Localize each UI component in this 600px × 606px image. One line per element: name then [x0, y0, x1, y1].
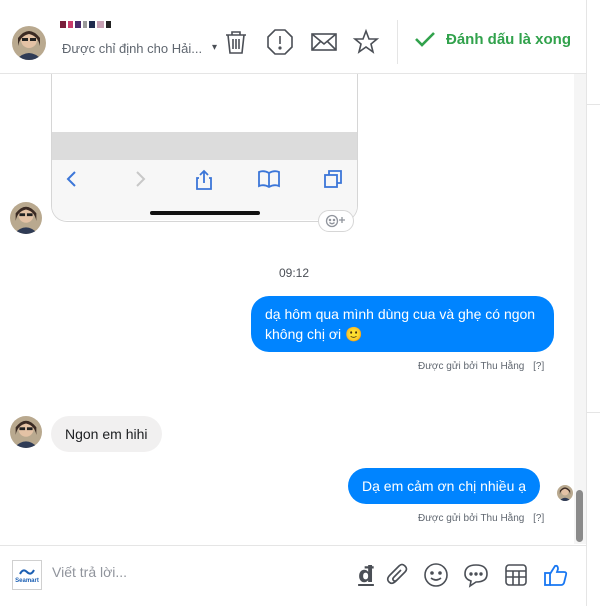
- share-icon: [196, 169, 212, 190]
- customer-avatar[interactable]: [12, 26, 46, 60]
- sent-by-help-link[interactable]: [?]: [533, 513, 544, 524]
- trash-icon[interactable]: [222, 28, 250, 56]
- back-arrow-icon: [66, 171, 76, 187]
- incoming-message[interactable]: Ngon em hihi: [51, 416, 162, 452]
- message-timestamp: 09:12: [278, 266, 310, 280]
- emoji-icon[interactable]: [422, 561, 450, 589]
- check-icon: [415, 32, 435, 47]
- mail-icon[interactable]: [310, 28, 338, 56]
- outgoing-message[interactable]: Dạ em cảm ơn chị nhiều ạ: [348, 468, 541, 504]
- customer-name-redacted: [60, 21, 111, 28]
- logo-text: Seamart: [15, 577, 39, 584]
- scrollbar-thumb[interactable]: [576, 490, 583, 542]
- page-logo: Seamart: [12, 560, 42, 590]
- mark-done-button[interactable]: Đánh dấu là xong: [414, 30, 571, 48]
- smile-emoji: 🙂: [345, 326, 363, 342]
- outgoing-message[interactable]: dạ hôm qua mình dùng cua và ghẹ có ngon …: [251, 296, 554, 352]
- customer-avatar-small: [10, 416, 42, 448]
- assigned-to-label[interactable]: Được chỉ định cho Hải...: [62, 41, 202, 56]
- assign-dropdown-caret[interactable]: ▾: [212, 42, 217, 53]
- reply-input[interactable]: [52, 564, 332, 580]
- reply-composer: Seamart đ: [0, 545, 586, 606]
- saved-reply-icon[interactable]: [462, 561, 490, 589]
- add-reaction-button[interactable]: [318, 210, 354, 232]
- attachment-icon[interactable]: [384, 561, 412, 589]
- forward-arrow-icon: [136, 171, 146, 187]
- template-icon[interactable]: [502, 561, 530, 589]
- seamart-logo-mark: [19, 568, 35, 575]
- alert-icon[interactable]: [266, 28, 294, 56]
- sent-by-text: Được gửi bởi Thu Hằng: [418, 513, 525, 524]
- home-indicator: [150, 211, 260, 215]
- star-icon[interactable]: [352, 28, 380, 56]
- sent-by-label: Được gửi bởi Thu Hằng [?]: [418, 513, 544, 524]
- like-icon[interactable]: [542, 561, 570, 589]
- sent-by-label: Được gửi bởi Thu Hằng [?]: [418, 361, 544, 372]
- sent-by-text: Được gửi bởi Thu Hằng: [418, 361, 525, 372]
- message-text: dạ hôm qua mình dùng cua và ghẹ có ngon …: [265, 306, 536, 342]
- header-divider: [397, 20, 398, 64]
- message-text: Ngon em hihi: [65, 426, 148, 442]
- dong-icon[interactable]: đ: [352, 561, 380, 589]
- customer-avatar-small: [10, 202, 42, 234]
- message-text: Dạ em cảm ơn chị nhiều ạ: [362, 478, 527, 494]
- emoji-add-icon: [325, 214, 345, 228]
- side-panel-edge: [586, 0, 600, 606]
- conversation-header: Được chỉ định cho Hải... ▾ Đánh dấu là x…: [0, 0, 586, 74]
- bookmarks-icon: [258, 170, 280, 189]
- tabs-icon: [324, 170, 342, 188]
- mark-done-label: Đánh dấu là xong: [446, 30, 572, 48]
- sent-by-help-link[interactable]: [?]: [533, 361, 544, 372]
- image-attachment[interactable]: [51, 74, 358, 222]
- seen-avatar: [557, 485, 573, 501]
- scrollbar-track[interactable]: [574, 74, 586, 544]
- screenshot-gray-band: [52, 132, 357, 160]
- currency-symbol: đ: [358, 562, 374, 588]
